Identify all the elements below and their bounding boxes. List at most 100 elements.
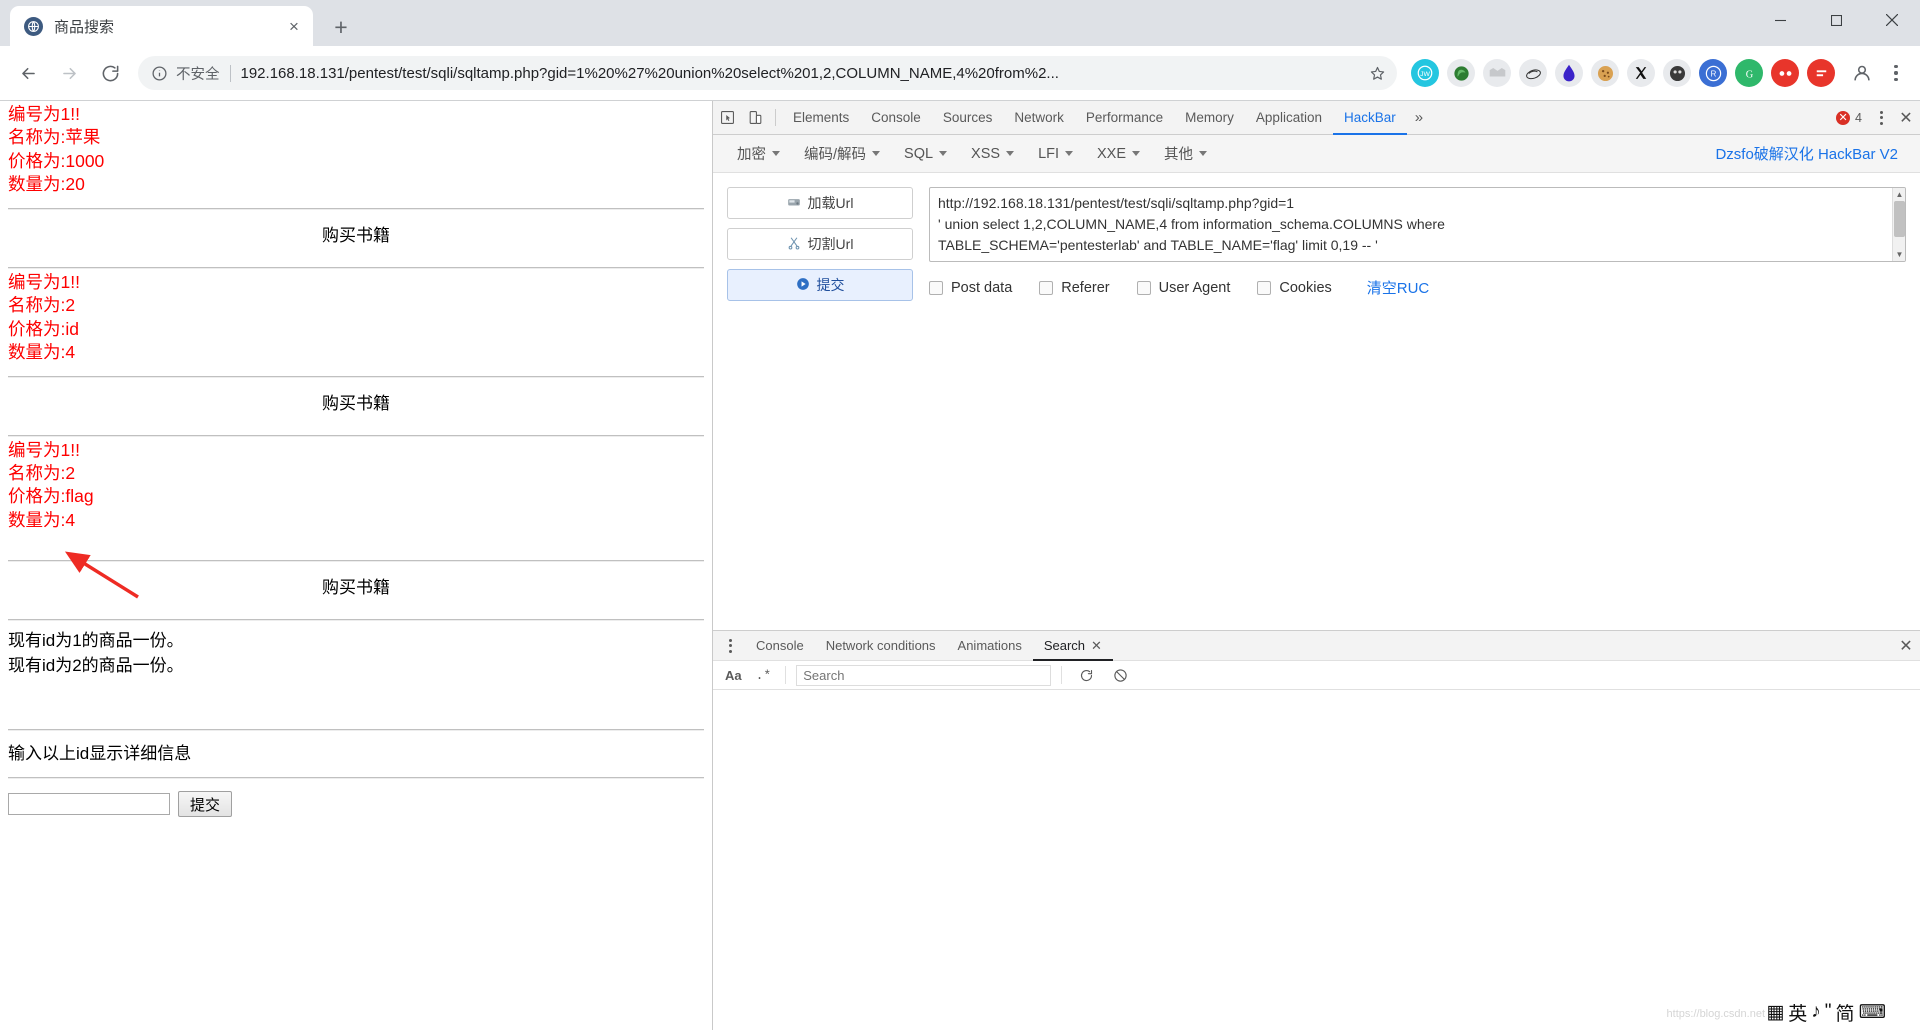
drawer-tab-network-conditions[interactable]: Network conditions (815, 631, 947, 661)
chevron-double-right-icon[interactable]: » (1407, 109, 1431, 126)
blue-r-extension-icon[interactable]: R (1699, 59, 1727, 87)
checkbox-cookies[interactable]: Cookies (1257, 280, 1332, 296)
checkbox-icon[interactable] (1257, 280, 1272, 295)
chevron-down-icon (1006, 151, 1015, 156)
browser-tab[interactable]: 商品搜索 × (10, 6, 313, 46)
cookie-extension-icon[interactable] (1591, 59, 1619, 87)
drawer-tab-console[interactable]: Console (745, 631, 815, 661)
hackbar-menu-other[interactable]: 其他 (1152, 141, 1219, 167)
drawer-tab-animations[interactable]: Animations (947, 631, 1033, 661)
close-icon[interactable]: × (283, 15, 305, 37)
new-tab-button[interactable]: + (327, 13, 355, 41)
red-panel-extension-icon[interactable] (1807, 59, 1835, 87)
maximize-icon[interactable] (1808, 0, 1864, 40)
devtools-close-icon[interactable]: ✕ (1892, 105, 1920, 131)
back-arrow-icon[interactable] (11, 56, 45, 90)
regex-icon[interactable]: .* (752, 668, 776, 683)
gray-box-extension-icon[interactable] (1483, 59, 1511, 87)
drawer-tab-search[interactable]: Search ✕ (1033, 631, 1113, 661)
id-search-form: 提交 (8, 791, 704, 818)
checkbox-icon[interactable] (1039, 280, 1054, 295)
split-url-button[interactable]: 切割Url (727, 228, 913, 260)
green-blob-extension-icon[interactable] (1447, 59, 1475, 87)
inspect-element-icon[interactable] (713, 105, 741, 131)
id-input[interactable] (8, 793, 170, 816)
checkbox-user-agent[interactable]: User Agent (1136, 280, 1230, 296)
tab-application[interactable]: Application (1245, 101, 1333, 135)
record-qty-line: 数量为:4 (8, 342, 76, 363)
tab-memory[interactable]: Memory (1174, 101, 1245, 135)
tab-elements[interactable]: Elements (782, 101, 860, 135)
submit-button[interactable]: 提交 (178, 791, 233, 818)
reload-icon[interactable] (93, 56, 127, 90)
ime-item-simplified[interactable]: 简 (1836, 999, 1855, 1026)
drawer-kebab-icon[interactable] (719, 633, 741, 659)
checkbox-icon[interactable] (929, 280, 943, 295)
search-input[interactable] (796, 664, 1052, 686)
checkbox-post-data[interactable]: Post data (929, 280, 1012, 296)
devtools-kebab-icon[interactable] (1870, 105, 1892, 131)
hackbar-menu-xxe[interactable]: XXE (1085, 141, 1152, 167)
info-circle-icon[interactable] (151, 65, 168, 82)
toolbar-divider (775, 109, 776, 126)
stock-info: 现有id为1的商品一份。 现有id为2的商品一份。 (8, 621, 704, 678)
hackbar-menu-sql[interactable]: SQL (892, 141, 959, 167)
hackbar-url-textarea[interactable]: http://192.168.18.131/pentest/test/sqli/… (929, 187, 1906, 262)
close-icon[interactable]: ✕ (1091, 631, 1102, 661)
checkbox-icon[interactable] (1136, 280, 1151, 295)
dark-circle-extension-icon[interactable] (1663, 59, 1691, 87)
load-url-button[interactable]: 加载Url (727, 187, 913, 219)
menu-label: 加密 (737, 147, 766, 163)
hackbar-menu-encode-decode[interactable]: 编码/解码 (792, 141, 892, 167)
tab-hackbar[interactable]: HackBar (1333, 101, 1407, 135)
close-icon[interactable] (1864, 0, 1920, 40)
match-case-icon[interactable]: Aa (721, 668, 746, 683)
ime-item-keyboard[interactable]: ⌨ (1859, 1001, 1886, 1024)
clear-icon[interactable] (1106, 662, 1134, 688)
scroll-up-arrow-icon[interactable]: ▲ (1893, 188, 1905, 201)
hackbar-menu-lfi[interactable]: LFI (1026, 141, 1085, 167)
page-viewport: 编号为1!! 名称为:苹果 价格为:1000 数量为:20 购买书籍 编号为1!… (0, 101, 713, 1030)
ime-item-language[interactable]: 英 (1788, 999, 1807, 1026)
drawer-tab-label: Search (1043, 637, 1086, 653)
hackbar-menu-xss[interactable]: XSS (959, 141, 1026, 167)
omnibox-url[interactable]: 192.168.18.131/pentest/test/sqli/sqltamp… (241, 65, 1360, 82)
scroll-down-arrow-icon[interactable]: ▼ (1893, 248, 1905, 261)
jw-extension-icon[interactable]: JW (1411, 59, 1439, 87)
device-toolbar-icon[interactable] (741, 105, 769, 131)
profile-avatar-icon[interactable] (1847, 58, 1877, 88)
button-label: 切割Url (807, 236, 854, 252)
browser-toolbar: 不安全 192.168.18.131/pentest/test/sqli/sql… (0, 46, 1920, 101)
red-goggles-extension-icon[interactable] (1771, 59, 1799, 87)
g-translate-extension-icon[interactable]: G (1735, 59, 1763, 87)
button-label: 提交 (816, 277, 845, 293)
hackbar-menu-encrypt[interactable]: 加密 (725, 141, 792, 167)
omnibox[interactable]: 不安全 192.168.18.131/pentest/test/sqli/sql… (138, 56, 1397, 90)
x-twitter-extension-icon[interactable] (1627, 59, 1655, 87)
purple-drop-extension-icon[interactable] (1555, 59, 1583, 87)
search-toolbar: Aa .* (713, 661, 1920, 690)
tab-console[interactable]: Console (860, 101, 932, 135)
ime-grid-icon[interactable]: ▦ (1766, 1001, 1784, 1024)
forward-arrow-icon[interactable] (52, 56, 86, 90)
error-count-badge[interactable]: ✕ 4 (1836, 110, 1862, 125)
ime-menu-icon[interactable] (1890, 999, 1912, 1025)
drawer-close-icon[interactable]: ✕ (1892, 633, 1920, 659)
ime-item-punctuation[interactable]: " (1825, 1001, 1832, 1023)
minimize-icon[interactable] (1752, 0, 1808, 40)
checkbox-referer[interactable]: Referer (1039, 280, 1110, 296)
textarea-scrollbar[interactable]: ▲ ▼ (1892, 188, 1905, 261)
ime-item-sound[interactable]: ♪ (1811, 1001, 1821, 1023)
tab-network[interactable]: Network (1003, 101, 1075, 135)
menu-label: LFI (1038, 145, 1060, 162)
three-dot-menu-icon[interactable] (1882, 58, 1910, 88)
scrollbar-thumb[interactable] (1894, 201, 1905, 237)
execute-button[interactable]: 提交 (727, 269, 913, 301)
refresh-icon[interactable] (1072, 662, 1100, 688)
clear-ruc-button[interactable]: 清空RUC (1367, 277, 1430, 298)
hackbar-brand-label: Dzsfo破解汉化 HackBar V2 (1715, 146, 1898, 163)
bookmark-star-icon[interactable] (1363, 59, 1391, 87)
tab-sources[interactable]: Sources (932, 101, 1004, 135)
tab-performance[interactable]: Performance (1075, 101, 1174, 135)
swirl-extension-icon[interactable] (1519, 59, 1547, 87)
